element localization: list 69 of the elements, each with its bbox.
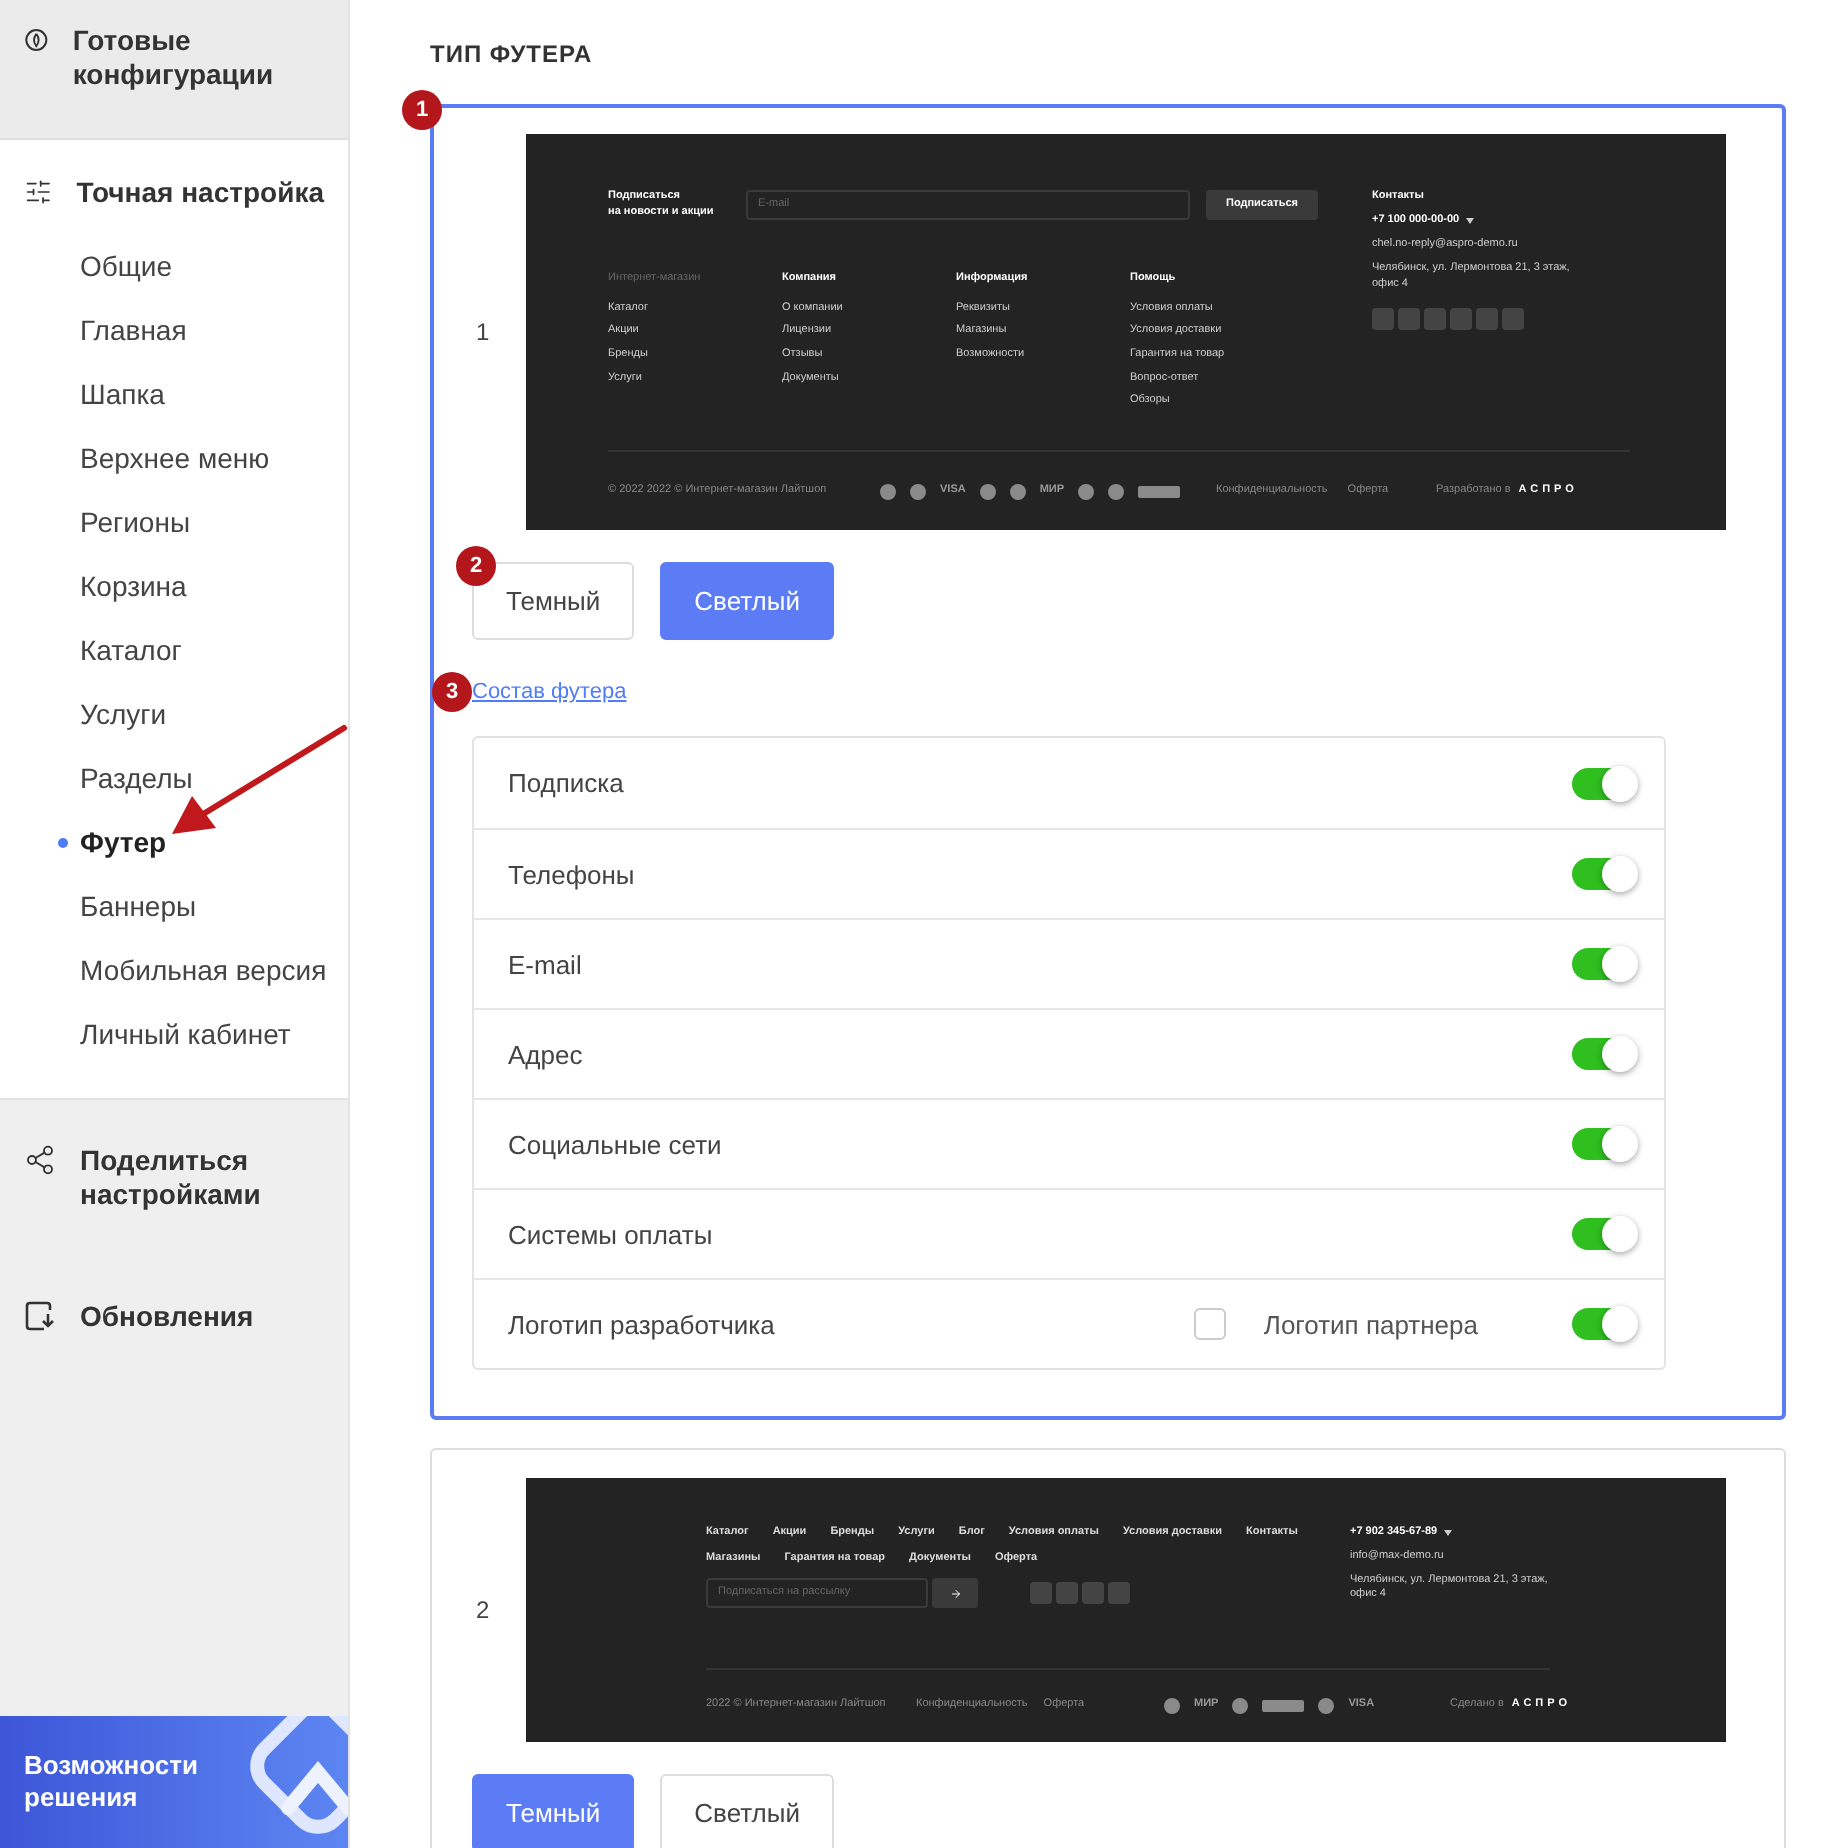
payment-card-icon xyxy=(1138,485,1181,497)
caret-icon xyxy=(1465,218,1474,225)
update-icon xyxy=(24,1300,56,1332)
social-icon[interactable] xyxy=(1056,1582,1078,1605)
payment-icon xyxy=(1232,1698,1249,1714)
type-number: 2 xyxy=(476,1596,486,1624)
preset-icon xyxy=(24,24,49,56)
promo-banner[interactable]: Возможности решения xyxy=(0,1716,348,1848)
sidebar-item[interactable]: Верхнее меню xyxy=(0,426,348,490)
promo-text: Возможности решения xyxy=(24,1750,200,1814)
theme-button[interactable]: Темный xyxy=(472,1774,635,1848)
toggle-switch[interactable] xyxy=(1572,1128,1636,1160)
theme-button[interactable]: Светлый xyxy=(660,1774,834,1848)
step-badge: 3 xyxy=(432,672,472,712)
toggle-switch[interactable] xyxy=(1572,858,1636,890)
sidebar-item[interactable]: Общие xyxy=(0,234,348,298)
option-label: Социальные сети xyxy=(508,1129,724,1159)
active-dot xyxy=(58,838,68,848)
social-icon[interactable] xyxy=(1030,1582,1052,1605)
social-icon[interactable] xyxy=(1450,307,1472,330)
sidebar-item[interactable]: Разделы xyxy=(0,746,348,810)
payment-icon xyxy=(1318,1698,1335,1714)
partner-label: Логотип партнера xyxy=(1263,1309,1478,1339)
option-label: Телефоны xyxy=(508,859,637,889)
sidebar-item[interactable]: Услуги xyxy=(0,682,348,746)
social-icon[interactable] xyxy=(1424,307,1446,330)
caret-icon xyxy=(1443,1530,1452,1537)
partner-checkbox[interactable] xyxy=(1193,1308,1226,1340)
footer-composition-link[interactable]: Состав футера xyxy=(472,680,627,704)
sidebar-item[interactable]: Каталог xyxy=(0,618,348,682)
theme-button[interactable]: Светлый xyxy=(660,562,834,640)
updates-link[interactable]: Обновления xyxy=(80,1300,254,1334)
payment-icon xyxy=(1164,1698,1180,1714)
step-badge: 1 xyxy=(402,90,442,130)
social-icon[interactable] xyxy=(1398,307,1420,330)
arrow-right-icon xyxy=(949,1587,961,1600)
toggle-switch[interactable] xyxy=(1572,1218,1636,1250)
footer-type-card[interactable] xyxy=(430,104,1786,1420)
sidebar-item[interactable]: Корзина xyxy=(0,554,348,618)
type-number: 1 xyxy=(476,318,486,346)
payment-card-icon xyxy=(1262,1700,1305,1712)
social-icon[interactable] xyxy=(1108,1582,1130,1605)
sidebar-item[interactable]: Регионы xyxy=(0,490,348,554)
sidebar-item[interactable]: Футер xyxy=(0,810,348,874)
toggle-switch[interactable] xyxy=(1572,1308,1636,1340)
sidebar-item[interactable]: Личный кабинет xyxy=(0,1002,348,1066)
share-icon xyxy=(24,1144,56,1176)
step-badge: 2 xyxy=(456,546,496,586)
social-icon[interactable] xyxy=(1372,307,1394,330)
submit-button[interactable] xyxy=(932,1578,978,1609)
option-label: Логотип разработчика xyxy=(508,1309,777,1339)
social-icon[interactable] xyxy=(1082,1582,1104,1605)
section-title: ТИП ФУТЕРА xyxy=(430,40,595,68)
toggle-switch[interactable] xyxy=(1572,948,1636,980)
option-label: E-mail xyxy=(508,949,584,979)
option-label: Подписка xyxy=(508,768,626,798)
toggle-switch[interactable] xyxy=(1572,767,1636,799)
sidebar-item[interactable]: Баннеры xyxy=(0,874,348,938)
sidebar-item[interactable]: Мобильная версия xyxy=(0,938,348,1002)
sliders-icon xyxy=(24,176,53,208)
toggle-switch[interactable] xyxy=(1572,1038,1636,1070)
social-icon[interactable] xyxy=(1476,307,1498,330)
option-label: Системы оплаты xyxy=(508,1219,715,1249)
option-label: Адрес xyxy=(508,1039,585,1069)
section-heading: Точная настройка xyxy=(76,176,324,210)
share-link[interactable]: Поделиться настройками xyxy=(80,1144,280,1212)
sidebar-item[interactable]: Главная xyxy=(0,298,348,362)
sidebar-item[interactable]: Шапка xyxy=(0,362,348,426)
social-icon[interactable] xyxy=(1502,307,1524,330)
